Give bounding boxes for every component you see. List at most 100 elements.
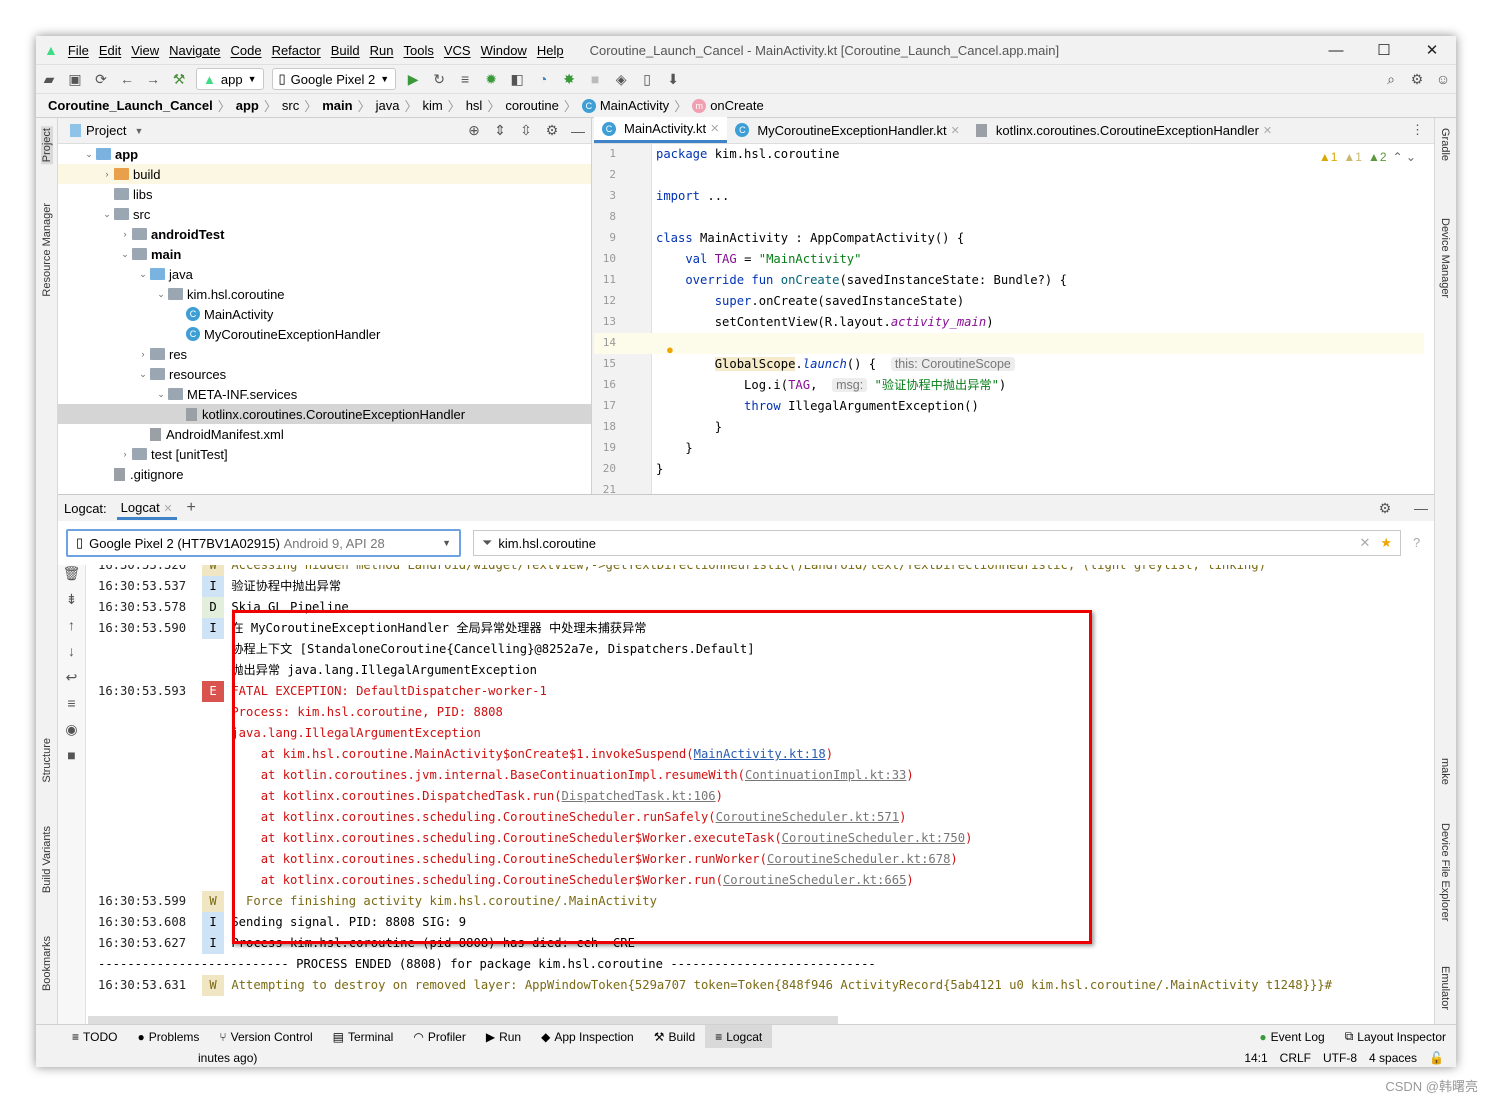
tree-item[interactable]: ⌄ kim.hsl.coroutine (58, 284, 591, 304)
menu-file[interactable]: File (68, 43, 89, 58)
gear-icon[interactable]: ⚙ (1404, 71, 1430, 88)
inspection-widget[interactable]: ▲1 ▲1 ▲2 ⌃ ⌄ (1319, 150, 1416, 164)
menu-vcs[interactable]: VCS (444, 43, 471, 58)
menu-refactor[interactable]: Refactor (272, 43, 321, 58)
close-tab-icon[interactable]: ✕ (951, 124, 960, 137)
chevron-down-icon[interactable]: ⌄ (136, 369, 150, 380)
chevron-right-icon[interactable]: › (100, 169, 114, 179)
more-tabs-icon[interactable]: ⋮ (1401, 122, 1434, 143)
log-row[interactable]: 16:30:53.631 W Attempting to destroy on r… (98, 975, 1332, 996)
profile-icon[interactable]: ◔ (530, 71, 556, 87)
editor-tab[interactable]: kotlinx.coroutines.CoroutineExceptionHan… (968, 117, 1280, 143)
debug-icon[interactable]: ✹ (478, 71, 504, 88)
lock-icon[interactable]: 🔓 (1429, 1051, 1444, 1065)
log-row[interactable]: -------------------------- PROCESS ENDED… (98, 954, 876, 975)
status-item[interactable]: 14:1 (1244, 1051, 1267, 1065)
tree-item[interactable]: ⌄ META-INF.services (58, 384, 591, 404)
lightbulb-icon[interactable]: ● (666, 342, 674, 357)
clear-icon[interactable]: ✕ (1359, 535, 1370, 551)
collapse-all-icon[interactable]: ⇳ (513, 122, 539, 139)
attach-debugger-icon[interactable]: ✸ (556, 71, 582, 88)
code-line[interactable]: Log.i(TAG, msg: "验证协程中抛出异常") (656, 375, 1006, 396)
tool-emulator[interactable]: Emulator (1439, 966, 1451, 1010)
code-line[interactable]: setContentView(R.layout.activity_main) (656, 312, 994, 333)
code-line[interactable]: } (656, 438, 692, 459)
tree-item[interactable]: kotlinx.coroutines.CoroutineExceptionHan… (58, 404, 591, 424)
breadcrumb-item[interactable]: src (282, 98, 299, 113)
tool-device-manager[interactable]: Device Manager (1439, 218, 1451, 298)
hide-icon[interactable]: — (1408, 500, 1434, 516)
account-icon[interactable]: ☺ (1430, 71, 1456, 87)
tree-item[interactable]: › res (58, 344, 591, 364)
menu-build[interactable]: Build (331, 43, 360, 58)
breadcrumb-item[interactable]: main (322, 98, 352, 113)
tool-device-file-explorer[interactable]: Device File Explorer (1439, 823, 1451, 921)
tree-item[interactable]: .gitignore (58, 464, 591, 484)
menu-run[interactable]: Run (370, 43, 394, 58)
tool-window-layout-inspector[interactable]: ⧉ Layout Inspector (1335, 1025, 1456, 1049)
tool-window-app-inspection[interactable]: ◆ App Inspection (531, 1025, 644, 1049)
add-tab-icon[interactable]: + (187, 499, 196, 517)
tool-window-terminal[interactable]: ▤ Terminal (323, 1025, 404, 1049)
chevron-down-icon[interactable]: ⌄ (82, 149, 96, 160)
horizontal-scrollbar[interactable] (88, 1016, 838, 1024)
close-button[interactable]: ✕ (1408, 36, 1456, 64)
locate-icon[interactable]: ⊕ (461, 122, 487, 139)
hide-icon[interactable]: — (565, 123, 591, 139)
tree-item[interactable]: ⌄ resources (58, 364, 591, 384)
log-row[interactable]: 16:30:53.326 W Accessing hidden method La… (98, 565, 1266, 576)
search-icon[interactable]: ⌕ (1378, 71, 1404, 88)
close-tab-icon[interactable]: ✕ (710, 122, 719, 135)
close-tab-icon[interactable]: ✕ (1263, 124, 1272, 137)
editor-tab[interactable]: C MyCoroutineExceptionHandler.kt ✕ (727, 117, 968, 143)
menu-code[interactable]: Code (230, 43, 261, 58)
breadcrumb-item[interactable]: hsl (466, 98, 483, 113)
tool-project[interactable]: Project (41, 126, 53, 165)
tool-window-build[interactable]: ⚒ Build (644, 1025, 705, 1049)
chevron-down-icon[interactable]: ⌄ (154, 289, 168, 300)
log-row[interactable]: 16:30:53.537 I 验证协程中抛出异常 (98, 576, 341, 597)
breadcrumb-item[interactable]: app (236, 98, 259, 113)
code-line[interactable]: val TAG = "MainActivity" (656, 249, 861, 270)
menu-view[interactable]: View (131, 43, 159, 58)
tool-window-logcat[interactable]: ≡ Logcat (705, 1024, 773, 1049)
stop-icon[interactable]: ■ (582, 71, 608, 87)
tool-window-event-log[interactable]: ● Event Log (1249, 1025, 1334, 1049)
help-icon[interactable]: ? (1413, 535, 1420, 550)
code-line[interactable]: package kim.hsl.coroutine (656, 144, 839, 165)
apply-code-icon[interactable]: ≡ (452, 71, 478, 87)
status-item[interactable]: UTF-8 (1323, 1051, 1357, 1065)
tree-item[interactable]: C MainActivity (58, 304, 591, 324)
menu-edit[interactable]: Edit (99, 43, 121, 58)
chevron-down-icon[interactable]: ⌄ (118, 249, 132, 260)
tree-item[interactable]: › test [unitTest] (58, 444, 591, 464)
chevron-right-icon[interactable]: › (136, 349, 150, 359)
device-select[interactable]: ▯ Google Pixel 2 (HT7BV1A02915) Android … (66, 529, 461, 557)
tree-item[interactable]: ⌄ src (58, 204, 591, 224)
status-item[interactable]: CRLF (1280, 1051, 1311, 1065)
code-line[interactable]: class MainActivity : AppCompatActivity()… (656, 228, 964, 249)
avd-manager-icon[interactable]: ◈ (608, 71, 634, 88)
sync-icon[interactable]: ⟳ (88, 71, 114, 88)
tool-window-todo[interactable]: ≡ TODO (62, 1025, 127, 1049)
tool-build-variants[interactable]: Build Variants (41, 826, 53, 893)
build-hammer-icon[interactable]: ⚒ (166, 71, 192, 88)
minimize-button[interactable]: — (1312, 36, 1360, 64)
tree-item[interactable]: C MyCoroutineExceptionHandler (58, 324, 591, 344)
save-icon[interactable]: ▣ (62, 71, 88, 88)
breadcrumb-item[interactable]: Coroutine_Launch_Cancel (48, 98, 213, 113)
tool-resource-manager[interactable]: Resource Manager (41, 203, 53, 297)
tool-window-profiler[interactable]: ◠ Profiler (403, 1025, 476, 1049)
tree-item[interactable]: ⌄ app (58, 144, 591, 164)
tool-bookmarks[interactable]: Bookmarks (41, 936, 53, 991)
sdk-manager-icon[interactable]: ⬇ (660, 71, 686, 88)
tool-structure[interactable]: Structure (41, 738, 53, 783)
menu-window[interactable]: Window (481, 43, 527, 58)
tool-window-version-control[interactable]: ⑂ Version Control (209, 1025, 322, 1049)
tab-logcat[interactable]: Logcat ✕ (116, 496, 177, 520)
chevron-down-icon[interactable]: ⌄ (100, 209, 114, 220)
code-line[interactable]: throw IllegalArgumentException() (656, 396, 979, 417)
breadcrumb-item[interactable]: onCreate (710, 98, 763, 113)
breadcrumb-item[interactable]: java (376, 98, 400, 113)
coverage-icon[interactable]: ◧ (504, 71, 530, 88)
